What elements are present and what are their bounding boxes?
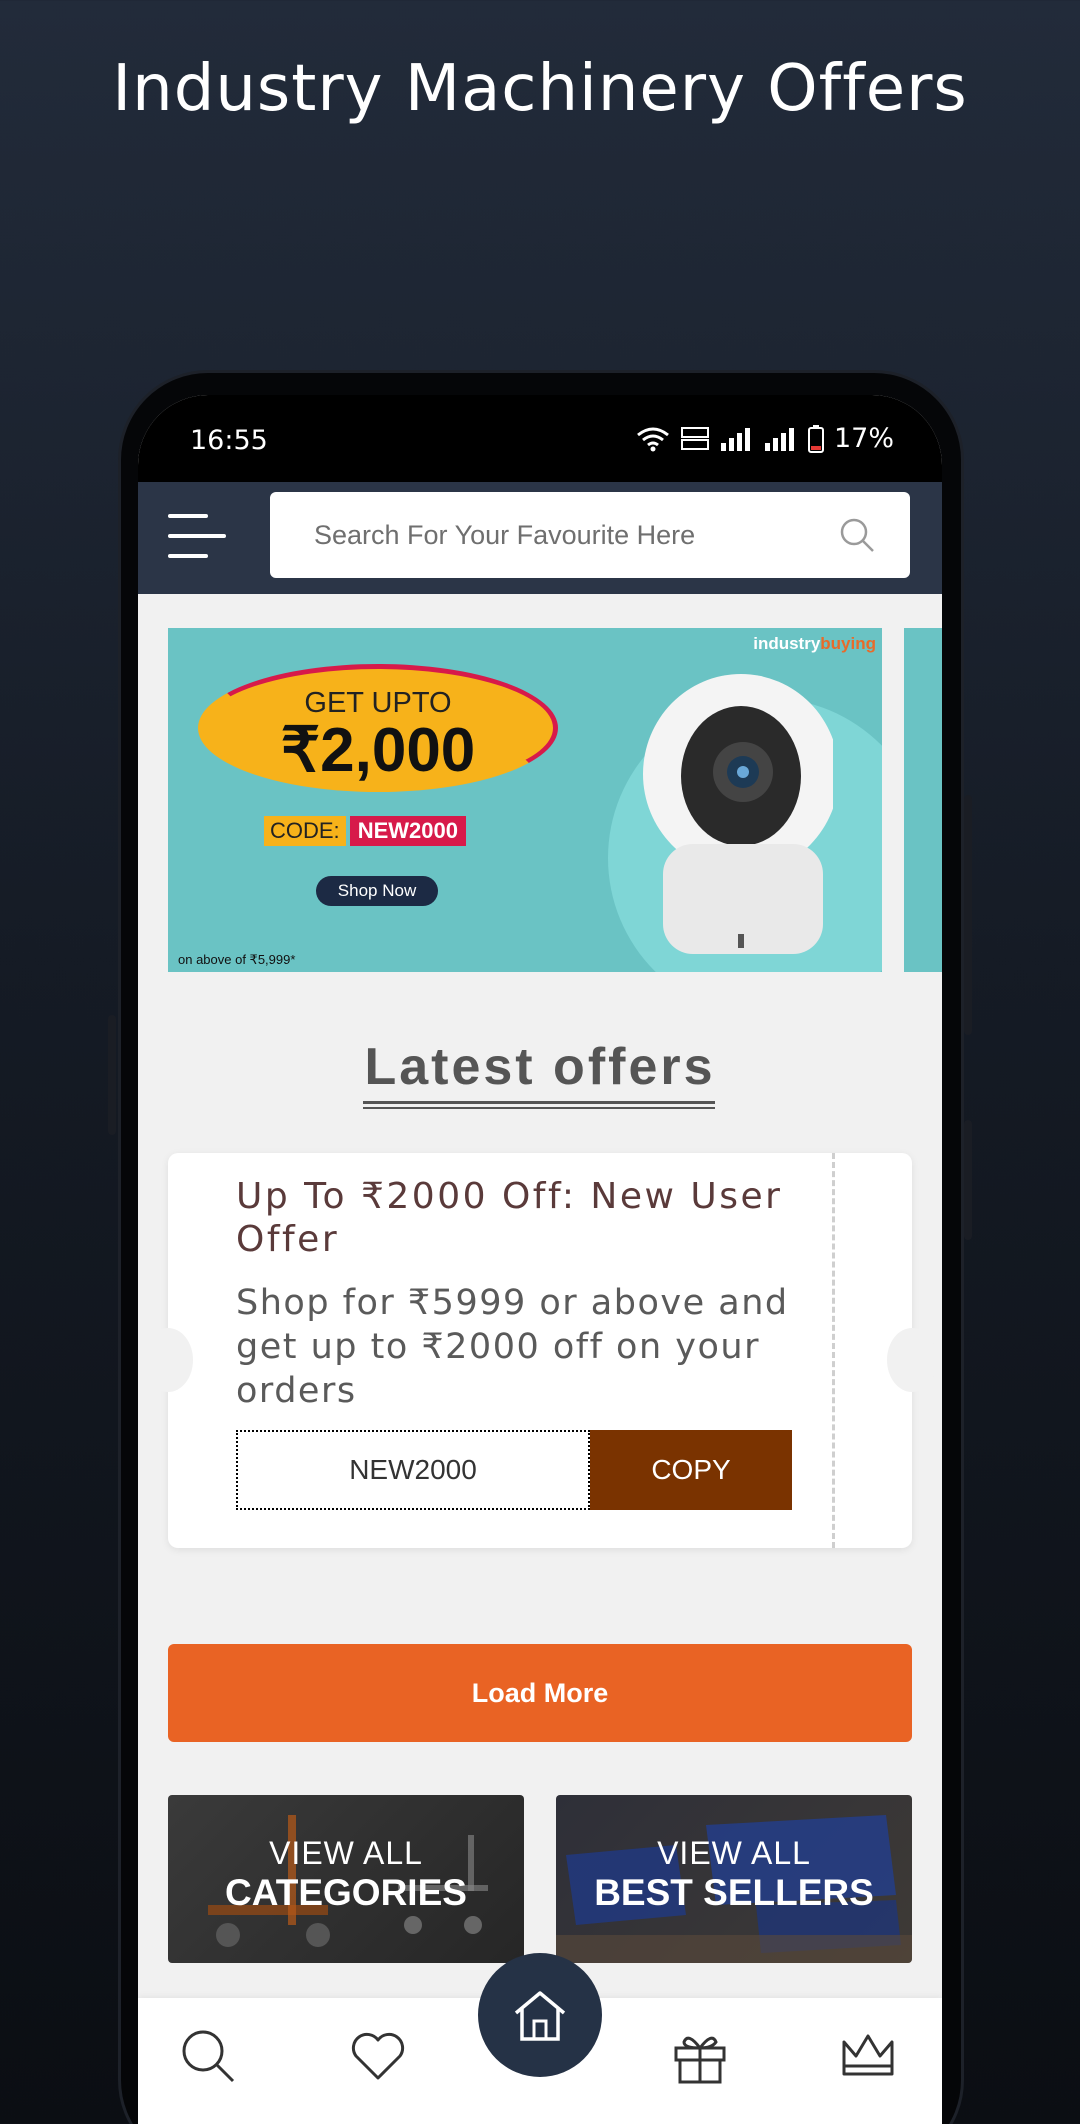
title-underline <box>363 1101 715 1109</box>
signal-icon-2 <box>764 427 794 451</box>
tile-label-line1: VIEW ALL <box>657 1835 811 1871</box>
wifi-icon <box>637 427 669 451</box>
card-divider <box>832 1153 835 1548</box>
status-bar: 16:55 17% <box>138 395 942 482</box>
home-button[interactable] <box>478 1953 602 2077</box>
promo-banner[interactable]: industrybuying GET UPTO ₹2,000 CODE: NEW… <box>168 628 882 972</box>
banner-fine-print: on above of ₹5,999* <box>178 952 296 967</box>
status-time: 16:55 <box>190 425 268 456</box>
search-icon[interactable] <box>838 516 876 554</box>
offer-card: Up To ₹2000 Off: New User Offer Shop for… <box>143 1153 937 1548</box>
status-icons: 17% <box>636 423 894 454</box>
signal-icon <box>720 427 750 451</box>
banner-offer-badge: GET UPTO ₹2,000 <box>198 664 558 792</box>
card-notch-left <box>143 1328 193 1392</box>
latest-offers-title: Latest offers <box>364 1038 716 1096</box>
heart-icon[interactable] <box>348 2026 408 2086</box>
load-more-button[interactable]: Load More <box>168 1644 912 1742</box>
volume-button <box>964 1120 972 1240</box>
home-icon <box>514 1991 566 2041</box>
banner-code: NEW2000 <box>349 816 466 846</box>
offer-description: Shop for ₹5999 or above and get up to ₹2… <box>236 1283 789 1411</box>
menu-line <box>168 534 226 538</box>
search-icon[interactable] <box>178 2026 238 2086</box>
next-banner-peek[interactable] <box>904 628 942 972</box>
phone-screen: 16:55 17% Search For Your Favourite Here… <box>138 395 942 2124</box>
banner-amount: ₹2,000 <box>280 716 476 785</box>
crown-icon[interactable] <box>838 2026 898 2086</box>
brand-logo: industrybuying <box>753 634 876 653</box>
view-all-categories-tile[interactable]: VIEW ALL CATEGORIES <box>168 1795 524 1963</box>
copy-button[interactable]: COPY <box>590 1430 792 1510</box>
tile-label-best-sellers: BEST SELLERS <box>594 1872 874 1913</box>
menu-line <box>168 554 208 558</box>
view-all-best-sellers-tile[interactable]: VIEW ALL BEST SELLERS <box>556 1795 912 1963</box>
gift-icon[interactable] <box>670 2026 730 2086</box>
app-header <box>138 482 942 594</box>
tile-label-line1: VIEW ALL <box>269 1835 423 1871</box>
battery-icon <box>807 424 824 453</box>
card-notch-right <box>887 1328 937 1392</box>
menu-button[interactable] <box>168 512 226 560</box>
promo-title: Industry Machinery Offers <box>112 52 968 126</box>
battery-level: 17% <box>833 423 894 454</box>
side-button <box>108 1015 116 1135</box>
shop-now-button[interactable]: Shop Now <box>316 876 438 906</box>
banner-code-label: CODE: <box>264 816 346 846</box>
camera-image <box>643 674 833 954</box>
coupon-code: NEW2000 <box>236 1430 590 1510</box>
power-button <box>964 795 972 1035</box>
offer-title: Up To ₹2000 Off: New User Offer <box>236 1176 783 1260</box>
search-box <box>270 492 910 578</box>
menu-line <box>168 514 208 518</box>
banner-code-row: CODE: NEW2000 <box>264 816 466 846</box>
tile-label-categories: CATEGORIES <box>225 1872 467 1913</box>
volte-icon <box>680 426 709 450</box>
search-input[interactable] <box>270 492 830 578</box>
